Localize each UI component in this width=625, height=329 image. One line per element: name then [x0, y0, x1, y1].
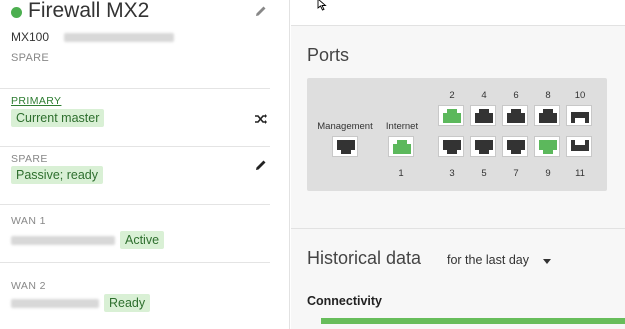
ports-diagram: Management Internet 1 2 4 6 8 10 3 5 7 9…	[307, 78, 607, 191]
port-9[interactable]	[534, 136, 560, 157]
divider	[0, 88, 270, 89]
internet-port[interactable]	[388, 136, 414, 157]
port-10[interactable]	[566, 105, 592, 126]
shuffle-icon[interactable]	[254, 112, 268, 126]
historical-data-title: Historical data	[307, 248, 422, 268]
port-number: 11	[575, 168, 585, 179]
port-number: 3	[449, 168, 455, 179]
time-range-dropdown[interactable]: for the last day	[447, 253, 529, 267]
chevron-down-icon[interactable]	[543, 259, 551, 264]
port-number: 10	[574, 90, 586, 101]
mouse-pointer-icon	[317, 0, 329, 16]
wan1-status-badge: Active	[120, 231, 165, 249]
port-6[interactable]	[502, 105, 528, 126]
port-number: 8	[545, 90, 551, 101]
device-summary-panel: Firewall MX2 MX100 SPARE PRIMARY Current…	[0, 0, 290, 329]
primary-status-badge: Current master	[11, 109, 105, 127]
details-panel: Ports Management Internet 1 2 4 6 8 10 3…	[291, 0, 625, 329]
device-model: MX100	[11, 30, 50, 44]
wan2-status-badge: Ready	[104, 294, 151, 312]
port-11[interactable]	[566, 136, 592, 157]
management-port[interactable]	[332, 136, 358, 157]
serial-redacted	[64, 33, 174, 42]
divider	[0, 146, 270, 147]
spare-label: SPARE	[11, 153, 48, 165]
divider	[291, 228, 625, 229]
port-2[interactable]	[438, 105, 464, 126]
port-number: 9	[545, 168, 551, 179]
ports-title: Ports	[307, 45, 350, 65]
port-4[interactable]	[470, 105, 496, 126]
internet-label: Internet	[385, 121, 419, 132]
connectivity-label: Connectivity	[307, 294, 383, 308]
wan2-ip-redacted	[11, 299, 99, 308]
port-8[interactable]	[534, 105, 560, 126]
divider	[0, 204, 270, 205]
spare-status-badge: Passive; ready	[11, 166, 103, 184]
wan1-ip-redacted	[11, 236, 115, 245]
device-role: SPARE	[11, 52, 49, 64]
top-strip	[291, 0, 625, 26]
management-label: Management	[317, 121, 373, 132]
port-number: 4	[481, 90, 487, 101]
port-5[interactable]	[470, 136, 496, 157]
port-3[interactable]	[438, 136, 464, 157]
pencil-icon[interactable]	[254, 158, 268, 172]
divider	[0, 262, 270, 263]
port-number: 6	[513, 90, 519, 101]
port-number: 2	[449, 90, 455, 101]
wan1-label: WAN 1	[11, 215, 46, 227]
device-name: Firewall MX2	[28, 0, 150, 22]
status-dot	[11, 7, 22, 18]
wan2-label: WAN 2	[11, 280, 46, 292]
connectivity-bar	[321, 318, 625, 324]
edit-name-pencil-icon[interactable]	[254, 4, 268, 18]
port-7[interactable]	[502, 136, 528, 157]
port-number: 5	[481, 168, 487, 179]
port-number: 7	[513, 168, 519, 179]
internet-port-number: 1	[398, 168, 404, 179]
primary-link[interactable]: PRIMARY	[11, 95, 61, 107]
